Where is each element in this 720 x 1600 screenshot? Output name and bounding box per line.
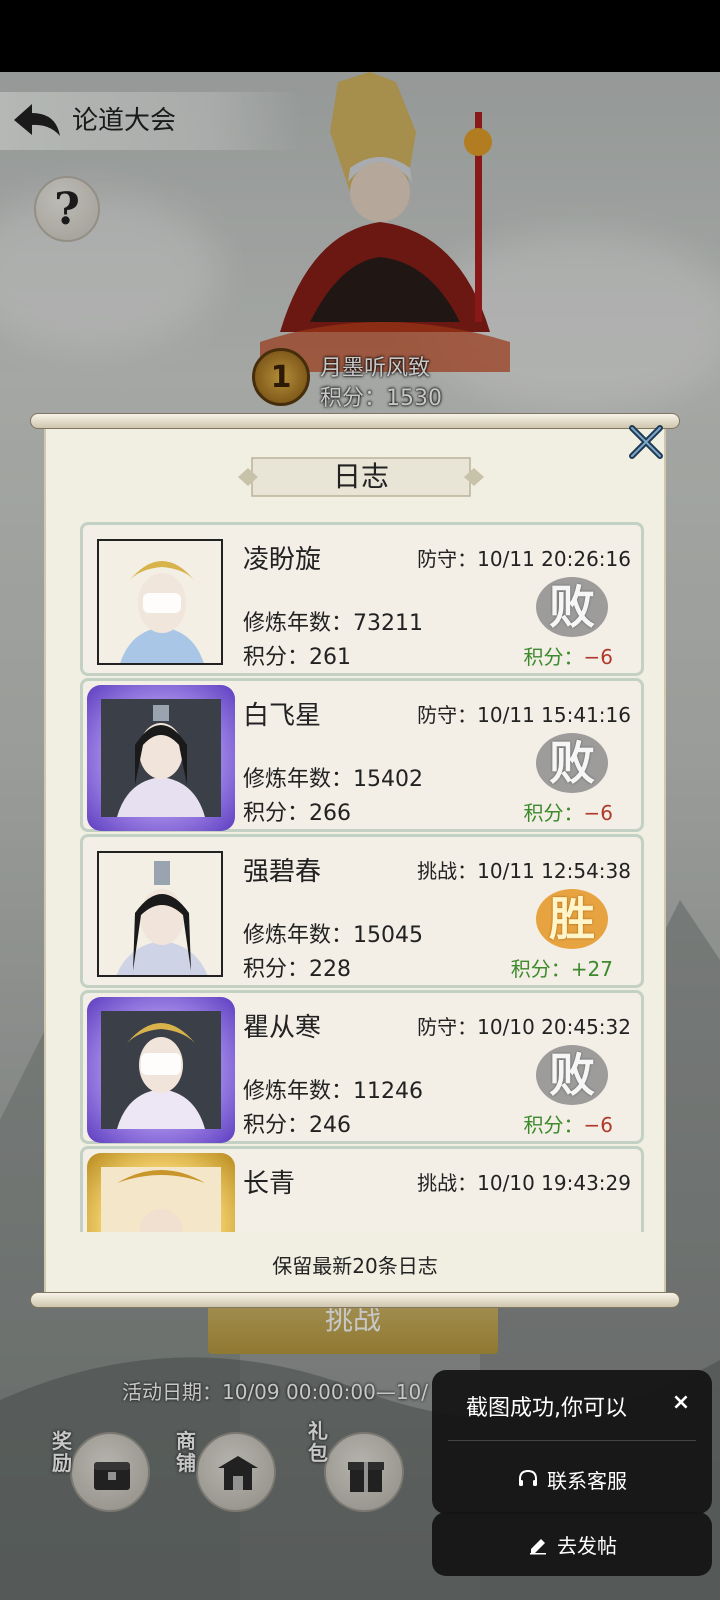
avatar-portrait-icon xyxy=(101,1167,221,1232)
score-change-label: 积分： xyxy=(523,1113,584,1137)
score-change-label: 积分： xyxy=(523,801,584,825)
log-entry[interactable]: 强碧春 挑战：10/11 12:54:38 修炼年数：15045 积分：228 … xyxy=(80,834,644,988)
log-retention-note: 保留最新20条日志 xyxy=(272,1254,438,1278)
avatar-portrait-icon xyxy=(101,699,221,817)
player-score: 积分：266 xyxy=(243,801,351,826)
toast-message: 截图成功,你可以 xyxy=(466,1396,627,1421)
battle-type-time: 挑战：10/10 19:43:29 xyxy=(417,1171,631,1195)
score-change: 积分：−6 xyxy=(524,641,613,670)
go-post-label: 去发帖 xyxy=(557,1533,617,1558)
result-label: 败 xyxy=(549,1048,595,1102)
screenshot-toast: 截图成功,你可以 × 联系客服 xyxy=(432,1370,712,1514)
score-change-label: 积分： xyxy=(510,957,571,981)
go-post-button[interactable]: 去发帖 xyxy=(432,1512,712,1576)
toast-close-button[interactable]: × xyxy=(664,1386,698,1420)
score-change-label: 积分： xyxy=(523,645,584,669)
player-avatar xyxy=(97,851,223,977)
toast-divider xyxy=(448,1440,696,1441)
status-bar xyxy=(0,0,720,72)
cultivation-years: 修炼年数：15045 xyxy=(243,923,423,948)
player-score: 积分：261 xyxy=(243,645,351,670)
battle-type-time: 防守：10/10 20:45:32 xyxy=(417,1015,631,1039)
score-change-value: +27 xyxy=(570,957,613,981)
scroll-rod-bottom xyxy=(30,1292,680,1308)
dialog-title-banner: 日志 xyxy=(236,454,486,500)
player-name: 瞿从寒 xyxy=(243,1013,322,1043)
battle-type-time: 防守：10/11 20:26:16 xyxy=(417,547,631,571)
battle-type-time: 防守：10/11 15:41:16 xyxy=(417,703,631,727)
score-change-value: −6 xyxy=(583,645,613,669)
scroll-rod-top xyxy=(30,413,680,429)
log-entry[interactable]: 瞿从寒 防守：10/10 20:45:32 修炼年数：11246 积分：246 … xyxy=(80,990,644,1144)
player-avatar xyxy=(87,1153,235,1232)
battle-type-time: 挑战：10/11 12:54:38 xyxy=(417,859,631,883)
defeat-seal-icon: 败 xyxy=(531,571,613,643)
player-score: 积分：228 xyxy=(243,957,351,982)
edit-pencil-icon xyxy=(530,1539,546,1555)
score-change: 积分：−6 xyxy=(524,797,613,826)
contact-support-label: 联系客服 xyxy=(547,1468,627,1493)
dialog-title: 日志 xyxy=(332,460,389,493)
avatar-portrait-icon xyxy=(116,861,208,975)
player-name: 强碧春 xyxy=(243,857,322,887)
player-name: 凌盼旋 xyxy=(243,545,322,575)
defeat-seal-icon: 败 xyxy=(531,727,613,799)
cultivation-years: 修炼年数：11246 xyxy=(243,1079,423,1104)
cultivation-years: 修炼年数：15402 xyxy=(243,767,423,792)
score-change-value: −6 xyxy=(583,1113,613,1137)
log-entry[interactable]: 凌盼旋 防守：10/11 20:26:16 修炼年数：73211 积分：261 … xyxy=(80,522,644,676)
result-label: 胜 xyxy=(549,892,595,946)
player-avatar xyxy=(87,997,235,1143)
result-label: 败 xyxy=(549,580,595,634)
player-name: 长青 xyxy=(243,1169,296,1199)
result-label: 败 xyxy=(549,736,595,790)
cultivation-years: 修炼年数：73211 xyxy=(243,611,423,636)
defeat-seal-icon: 败 xyxy=(531,1039,613,1111)
log-entry[interactable]: 白飞星 防守：10/11 15:41:16 修炼年数：15402 积分：266 … xyxy=(80,678,644,832)
score-change: 积分：−6 xyxy=(524,1109,613,1138)
contact-support-button[interactable]: 联系客服 xyxy=(432,1450,712,1508)
victory-seal-icon: 胜 xyxy=(531,883,613,955)
close-x-icon[interactable] xyxy=(626,422,666,462)
player-name: 白飞星 xyxy=(243,701,322,731)
player-avatar xyxy=(97,539,223,665)
headset-icon xyxy=(519,1469,537,1486)
avatar-portrait-icon xyxy=(101,1011,221,1129)
log-entry[interactable]: 长青 挑战：10/10 19:43:29 xyxy=(80,1146,644,1232)
score-change: 积分：+27 xyxy=(511,953,613,982)
avatar-portrait-icon xyxy=(120,561,204,663)
player-score: 积分：246 xyxy=(243,1113,351,1138)
player-avatar xyxy=(87,685,235,831)
log-list[interactable]: 凌盼旋 防守：10/11 20:26:16 修炼年数：73211 积分：261 … xyxy=(78,522,646,1232)
score-change-value: −6 xyxy=(583,801,613,825)
